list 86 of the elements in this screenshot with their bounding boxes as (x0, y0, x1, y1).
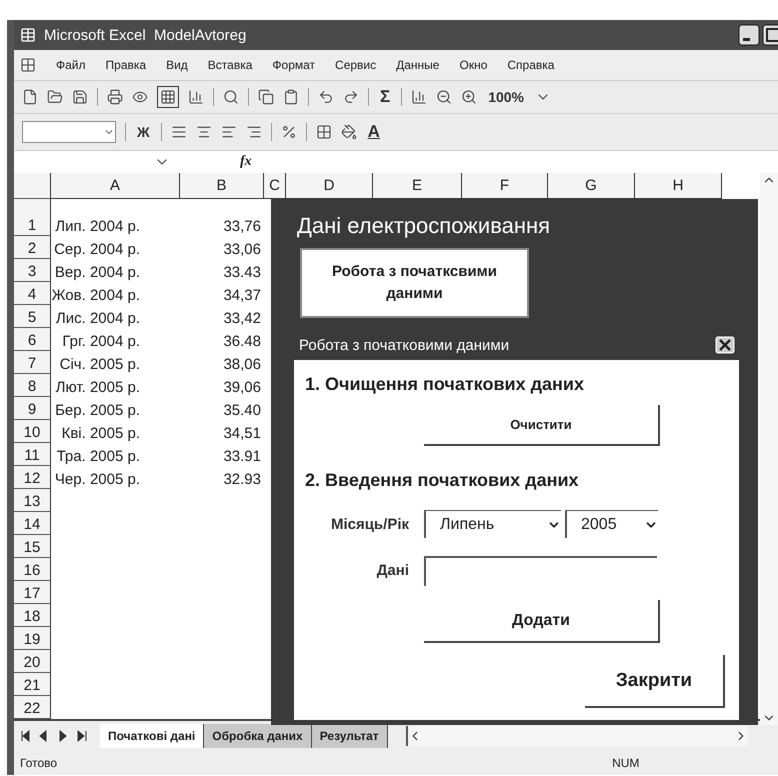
date-cell: Вер. 2004 р. (54, 264, 140, 281)
row-header[interactable]: 13 (14, 489, 51, 512)
menu-item[interactable]: Сервис (335, 58, 376, 72)
menu-item[interactable]: Правка (106, 58, 146, 72)
value-cell: 32.93 (223, 471, 261, 488)
sheet-tab[interactable]: Обробка даних (204, 724, 312, 748)
row-header[interactable]: 9 (14, 397, 51, 420)
font-color-button[interactable]: A (366, 122, 382, 142)
num-lock-indicator: NUM (612, 756, 640, 770)
date-cell: Січ. 2005 р. (60, 356, 140, 373)
date-cell: Лют. 2005 р. (56, 379, 140, 396)
date-cell: Грг. 2004 р. (62, 333, 140, 350)
value-cell: 33.43 (223, 264, 261, 281)
column-header[interactable]: A (51, 173, 180, 199)
section-heading: 2. Введення початкових даних (305, 470, 579, 491)
row-header[interactable]: 16 (14, 558, 51, 581)
row-header[interactable]: 4 (14, 282, 51, 305)
clear-button[interactable]: Очистити (424, 405, 660, 446)
month-select[interactable]: Липень (424, 510, 561, 538)
date-cell: Бер. 2005 р. (55, 402, 140, 419)
menu-item[interactable]: Вид (166, 58, 188, 72)
row-header[interactable]: 18 (14, 604, 51, 627)
date-cell: Сер. 2004 р. (54, 241, 140, 258)
row-header[interactable]: 6 (14, 328, 51, 351)
column-header[interactable]: C (264, 173, 286, 199)
status-text: Готово (20, 756, 58, 770)
column-header[interactable]: F (462, 173, 548, 199)
row-header[interactable]: 22 (14, 696, 51, 719)
month-label: Місяць/Рік (330, 516, 409, 533)
window-title: Microsoft Excel ModelAvtoreg (44, 26, 246, 44)
column-header[interactable]: D (286, 173, 373, 199)
value-cell: 34,37 (223, 287, 261, 304)
date-cell: Лип. 2004 р. (55, 218, 140, 235)
column-header[interactable]: G (548, 173, 635, 199)
date-cell: Чер. 2005 р. (54, 471, 140, 488)
bold-button[interactable]: Ж (135, 124, 152, 140)
column-header[interactable]: B (180, 173, 264, 199)
menu-item[interactable]: Вставка (208, 58, 252, 72)
date-cell: Тра. 2005 р. (56, 448, 140, 465)
menu-item[interactable]: Справка (507, 58, 554, 72)
year-select[interactable]: 2005 (565, 510, 658, 538)
function-label[interactable]: fx (240, 154, 252, 170)
value-cell: 38,06 (223, 356, 261, 373)
column-header[interactable]: E (373, 173, 462, 199)
menu-item[interactable]: Формат (272, 58, 316, 72)
row-header[interactable]: 3 (14, 259, 51, 282)
row-header[interactable]: 10 (14, 420, 51, 443)
value-cell: 33,42 (223, 310, 261, 327)
row-header[interactable]: 7 (14, 351, 51, 374)
data-label: Дані (376, 562, 409, 579)
menu-item[interactable]: Окно (459, 58, 488, 72)
value-cell: 33.91 (223, 448, 261, 465)
zoom-level[interactable]: 100% (486, 89, 526, 105)
date-cell: Лис. 2004 р. (56, 310, 140, 327)
section-heading: 1. Очищення початкових даних (305, 374, 584, 395)
value-cell: 35.40 (223, 402, 261, 419)
row-header[interactable]: 17 (14, 581, 51, 604)
dialog-title: Робота з початковими даними (299, 336, 510, 354)
row-header[interactable]: 2 (14, 236, 51, 259)
sheet-tab[interactable]: Початкові дані (100, 724, 204, 748)
menu-item[interactable]: Файл (56, 58, 86, 72)
autosum-button[interactable]: Σ (378, 87, 392, 107)
value-cell: 39,06 (223, 379, 261, 396)
column-header[interactable]: H (635, 173, 722, 199)
value-cell: 33,06 (223, 241, 261, 258)
row-header[interactable]: 19 (14, 627, 51, 650)
close-button[interactable]: Закрити (585, 655, 725, 708)
value-cell: 34,51 (223, 425, 261, 442)
panel-heading: Дані електроспоживання (297, 213, 550, 239)
row-header[interactable]: 8 (14, 374, 51, 397)
row-header[interactable]: 5 (14, 305, 51, 328)
date-cell: Кві. 2005 р. (62, 425, 140, 442)
add-button[interactable]: Додати (424, 600, 660, 643)
menu-item[interactable]: Данные (396, 58, 440, 72)
row-header[interactable]: 11 (14, 443, 51, 466)
row-header[interactable]: 12 (14, 466, 51, 489)
value-cell: 36.48 (223, 333, 261, 350)
data-button[interactable]: Робота з початксвими даними (300, 248, 529, 318)
row-header[interactable]: 14 (14, 512, 51, 535)
row-header[interactable]: 21 (14, 673, 51, 696)
sheet-tab[interactable]: Результат (312, 724, 388, 748)
row-header[interactable]: 1 (14, 199, 51, 236)
date-cell: Жов. 2004 р. (52, 287, 140, 304)
row-header[interactable]: 15 (14, 535, 51, 558)
row-header[interactable]: 20 (14, 650, 51, 673)
value-cell: 33,76 (223, 218, 261, 235)
